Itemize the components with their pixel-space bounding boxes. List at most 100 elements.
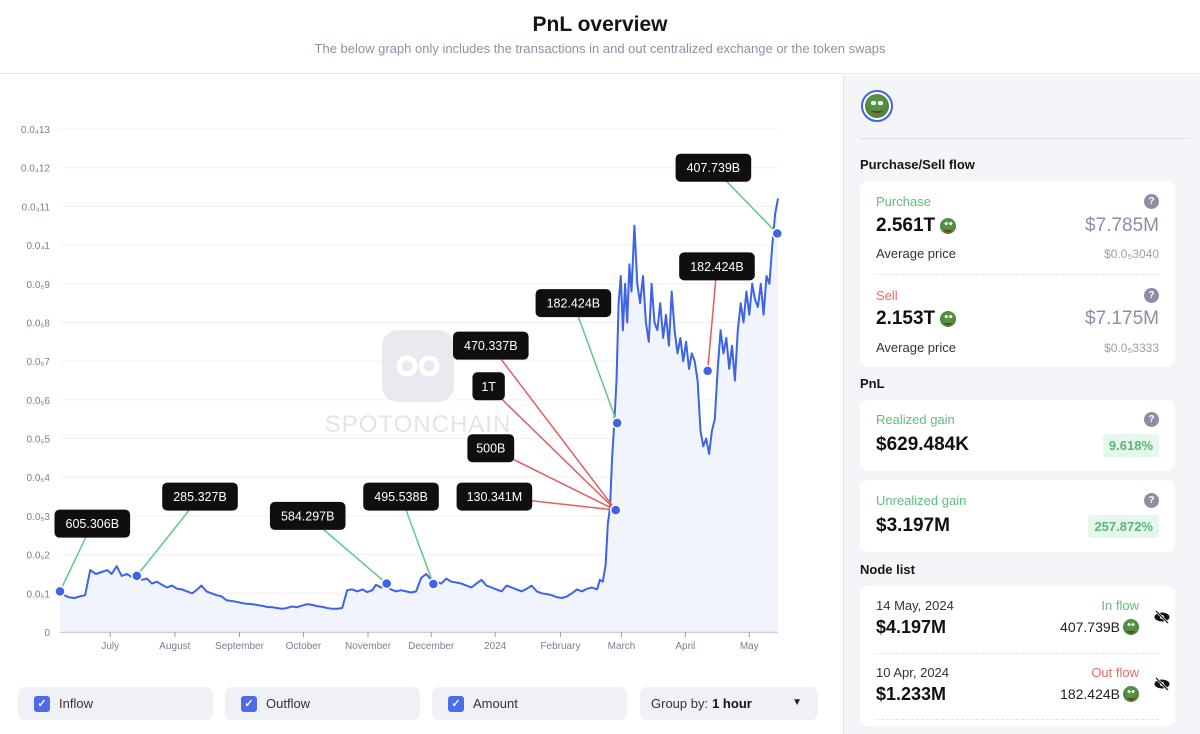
y-tick-label: 0.0₅4: [27, 473, 51, 484]
amount-toggle[interactable]: ✓ Amount: [432, 687, 627, 720]
node-list: 14 May, 2024 $4.197M In flow 407.739B 10…: [860, 586, 1175, 726]
node-list-title: Node list: [860, 562, 915, 577]
node-label-text: 495.538B: [374, 490, 428, 504]
purchase-amount: 2.561T: [876, 215, 936, 236]
node-label: 584.297B: [269, 501, 346, 530]
node-label-text: 182.424B: [690, 260, 744, 274]
node-amount: 182.424B: [1060, 686, 1139, 702]
sidebar: Purchase/Sell flow Purchase ? 2.561T $7.…: [843, 75, 1200, 734]
x-tick-label: May: [740, 641, 759, 652]
node-label: 130.341M: [456, 482, 533, 511]
node-label: 470.337B: [453, 331, 529, 360]
node-usd: $4.197M: [876, 617, 947, 637]
node-label-text: 584.297B: [281, 509, 335, 523]
node-flow-type: Out flow: [1091, 665, 1139, 680]
group-by-label: Group by:: [651, 696, 709, 711]
divider: [876, 274, 1159, 275]
y-tick-label: 0.0₄1: [26, 241, 50, 252]
group-by-select[interactable]: Group by: 1 hour ▼: [640, 687, 818, 720]
realized-pct-badge: 9.618%: [1102, 434, 1159, 457]
unrealized-label: Unrealized gain: [876, 493, 967, 508]
checkbox-checked-icon[interactable]: ✓: [241, 695, 257, 712]
y-tick-label: 0: [44, 628, 50, 639]
help-icon[interactable]: ?: [1144, 412, 1159, 427]
node-date: 14 May, 2024: [876, 598, 954, 613]
node-label-text: 605.306B: [66, 517, 120, 531]
x-tick-label: 2024: [484, 641, 507, 652]
node-label: 500B: [467, 434, 515, 463]
y-tick-label: 0.0₅2: [27, 551, 51, 562]
node-list-item[interactable]: 14 May, 2024 $4.197M In flow 407.739B: [860, 586, 1175, 656]
node-label-text: 407.739B: [687, 161, 741, 175]
purchase-sell-title: Purchase/Sell flow: [860, 157, 975, 172]
x-tick-label: February: [540, 641, 580, 652]
pepe-frog-icon: [865, 94, 889, 118]
divider: [860, 138, 1190, 139]
x-tick-label: July: [101, 641, 119, 652]
node-label-text: 470.337B: [464, 339, 518, 353]
page-title: PnL overview: [532, 13, 668, 36]
y-tick-label: 0.0₄11: [22, 202, 51, 213]
node-marker: [54, 585, 66, 598]
chart-panel: SPOTONCHAIN 0.0₄13 0.0₄12 0.0₄11 0.0₄1 0.0₅9…: [0, 75, 843, 734]
unrealized-pct-badge: 257.872%: [1088, 515, 1159, 538]
help-icon[interactable]: ?: [1144, 493, 1159, 508]
x-tick-label: November: [345, 641, 392, 652]
realized-value: $629.484K: [876, 434, 969, 455]
node-marker: [611, 417, 623, 429]
y-tick-label: 0.0₄13: [21, 125, 51, 136]
x-tick-label: September: [215, 641, 265, 652]
price-chart[interactable]: SPOTONCHAIN 0.0₄13 0.0₄12 0.0₄11 0.0₄1 0.0₅9…: [0, 75, 843, 675]
checkbox-checked-icon[interactable]: ✓: [448, 695, 464, 712]
pepe-frog-icon: [940, 311, 957, 327]
node-label: 605.306B: [54, 509, 131, 538]
eye-off-icon[interactable]: [1153, 610, 1171, 624]
x-axis: July August September October November Decemb…: [101, 632, 759, 652]
amount-label: Amount: [473, 696, 518, 711]
page-header: PnL overview The below graph only includ…: [0, 0, 1200, 74]
help-icon[interactable]: ?: [1144, 194, 1159, 209]
node-date: 10 Apr, 2024: [876, 665, 950, 680]
node-usd: $1.233M: [876, 684, 947, 704]
node-label-text: 130.341M: [467, 490, 523, 504]
outflow-label: Outflow: [266, 696, 311, 711]
node-label-text: 285.327B: [173, 490, 227, 504]
inflow-toggle[interactable]: ✓ Inflow: [18, 687, 213, 720]
pepe-frog-icon: [940, 218, 957, 234]
node-label: 1T: [472, 372, 505, 401]
node-label: 285.327B: [162, 482, 238, 511]
help-icon[interactable]: ?: [1144, 288, 1159, 303]
pepe-frog-icon: [1123, 619, 1139, 635]
purchase-usd: $7.785M: [1085, 215, 1159, 236]
purchase-sell-card: Purchase ? 2.561T $7.785M Average price …: [860, 181, 1175, 367]
node-marker: [609, 504, 622, 516]
inflow-label: Inflow: [59, 696, 93, 711]
x-tick-label: August: [159, 641, 190, 652]
checkbox-checked-icon[interactable]: ✓: [34, 695, 50, 712]
node-amount-value: 407.739B: [1060, 619, 1120, 635]
realized-gain-card: Realized gain ? $629.484K 9.618%: [860, 400, 1175, 471]
node-label-text: 500B: [476, 442, 505, 456]
node-marker: [380, 577, 393, 590]
node-amount: 407.739B: [1060, 619, 1139, 635]
eye-off-icon[interactable]: [1153, 677, 1171, 691]
node-marker: [701, 365, 714, 377]
purchase-avg-value: $0.0₅3040: [1104, 247, 1159, 261]
chain-link-icon: [382, 330, 454, 402]
watermark-text: SPOTONCHAIN: [325, 411, 512, 438]
node-label-text: 1T: [481, 380, 496, 394]
node-marker: [771, 227, 784, 240]
caret-down-icon: ▼: [792, 697, 802, 708]
node-marker: [131, 570, 143, 582]
token-avatar[interactable]: [861, 90, 893, 122]
y-tick-label: 0.0₅3: [27, 512, 51, 523]
sell-label: Sell: [876, 288, 898, 303]
node-marker: [427, 578, 440, 590]
outflow-toggle[interactable]: ✓ Outflow: [225, 687, 420, 720]
x-tick-label: December: [408, 641, 455, 652]
node-flow-type: In flow: [1101, 598, 1139, 613]
node-list-item[interactable]: 10 Apr, 2024 $1.233M Out flow 182.424B: [860, 653, 1175, 723]
sell-avg-value: $0.0₅3333: [1104, 341, 1159, 355]
node-label: 182.424B: [535, 289, 612, 318]
pnl-title: PnL: [860, 376, 885, 391]
